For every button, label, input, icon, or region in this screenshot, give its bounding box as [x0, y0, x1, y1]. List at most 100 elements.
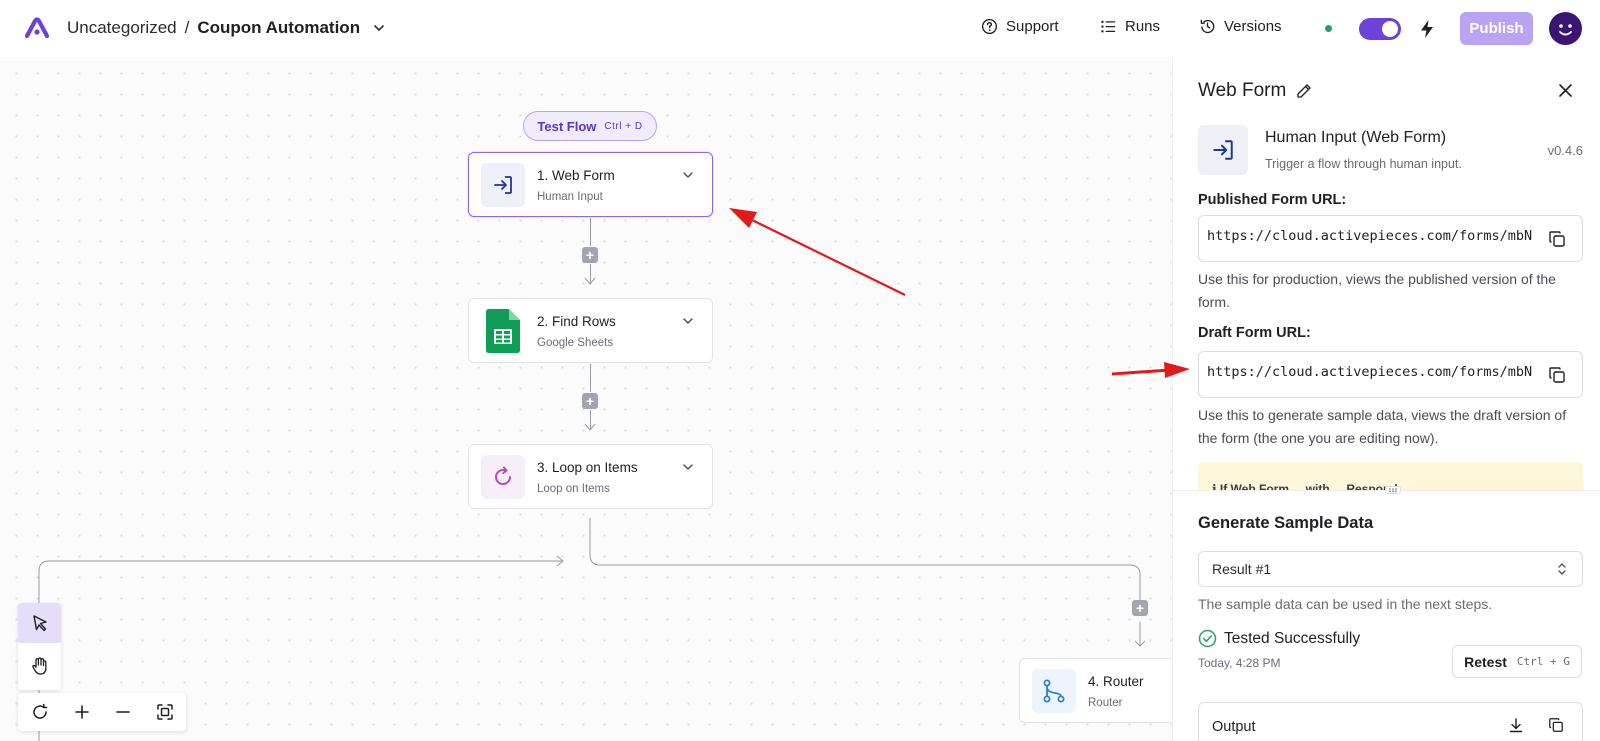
- add-step-button[interactable]: +: [582, 247, 598, 263]
- breadcrumb-separator: /: [184, 18, 190, 37]
- chevron-down-icon[interactable]: [372, 21, 386, 35]
- lightning-bolt-icon[interactable]: [1418, 19, 1436, 39]
- add-step-button[interactable]: +: [582, 393, 598, 409]
- connection-status-dot: [1325, 25, 1332, 32]
- hand-icon: [31, 657, 46, 675]
- copy-icon[interactable]: [1548, 366, 1566, 384]
- canvas-mode-toolbar: [18, 603, 61, 690]
- step-subtitle: Loop on Items: [537, 483, 610, 495]
- copy-icon[interactable]: [1548, 230, 1566, 248]
- support-button[interactable]: Support: [981, 18, 1059, 35]
- connector-line: [590, 410, 591, 430]
- test-status: Tested Successfully: [1198, 629, 1360, 648]
- loop-icon: [495, 466, 512, 486]
- versions-label: Versions: [1224, 18, 1282, 35]
- breadcrumb: Uncategorized / Coupon Automation: [67, 18, 360, 38]
- draft-url-field: [1198, 351, 1583, 398]
- draft-url-help: Use this to generate sample data, views …: [1198, 407, 1567, 446]
- pencil-icon[interactable]: [1296, 83, 1312, 99]
- sample-data-title: Generate Sample Data: [1198, 514, 1374, 532]
- select-mode-button[interactable]: [18, 603, 61, 643]
- chevron-down-icon[interactable]: [682, 169, 694, 181]
- piece-icon-container: [1198, 125, 1248, 175]
- published-url-input[interactable]: [1207, 228, 1532, 244]
- copy-icon[interactable]: [1548, 717, 1564, 733]
- canvas-zoom-toolbar: [18, 693, 186, 731]
- fit-view-icon[interactable]: [156, 703, 174, 721]
- step-icon-container: [481, 163, 525, 207]
- help-circle-icon: [981, 18, 998, 35]
- step-loop-on-items[interactable]: 3. Loop on Items Loop on Items: [468, 444, 713, 509]
- published-url-field: [1198, 215, 1583, 262]
- step-web-form[interactable]: 1. Web Form Human Input: [468, 152, 713, 217]
- sign-in-icon: [494, 176, 512, 194]
- avatar[interactable]: [1549, 12, 1582, 45]
- step-icon-container: [481, 309, 525, 353]
- step-subtitle: Router: [1088, 697, 1123, 709]
- chevron-up-down-icon: [1558, 563, 1566, 575]
- sample-result-value: Result #1: [1212, 561, 1272, 577]
- top-bar: Uncategorized / Coupon Automation Suppor…: [0, 0, 1600, 57]
- sign-in-icon: [1213, 140, 1233, 160]
- avatar-face-icon: [1559, 24, 1572, 36]
- flow-name[interactable]: Coupon Automation: [197, 18, 360, 38]
- test-flow-shortcut: Ctrl + D: [604, 120, 643, 132]
- zoom-in-icon[interactable]: [74, 704, 90, 720]
- step-title: 2. Find Rows: [537, 314, 616, 329]
- panel-title[interactable]: Web Form: [1198, 80, 1286, 102]
- flow-enabled-toggle[interactable]: [1359, 18, 1401, 40]
- chevron-down-icon[interactable]: [682, 461, 694, 473]
- connector-line: [590, 218, 591, 246]
- test-flow-label: Test Flow: [537, 118, 597, 134]
- breadcrumb-folder[interactable]: Uncategorized: [67, 18, 177, 38]
- step-subtitle: Human Input: [537, 191, 603, 203]
- step-title: 1. Web Form: [537, 168, 615, 183]
- versions-button[interactable]: Versions: [1199, 18, 1282, 35]
- piece-version: v0.4.6: [1547, 143, 1583, 158]
- connector-line: [590, 364, 591, 392]
- step-settings-panel: Web Form Human Input (Web Form) Trigger …: [1172, 57, 1600, 741]
- piece-description: Trigger a flow through human input.: [1265, 157, 1462, 171]
- draft-url-input[interactable]: [1207, 364, 1532, 380]
- step-router[interactable]: 4. Router Router: [1019, 658, 1179, 723]
- panel-split-handle[interactable]: [1385, 486, 1401, 494]
- piece-name: Human Input (Web Form): [1265, 129, 1447, 146]
- step-find-rows[interactable]: 2. Find Rows Google Sheets: [468, 298, 713, 363]
- draft-url-label: Draft Form URL:: [1198, 325, 1311, 341]
- runs-label: Runs: [1125, 18, 1161, 35]
- retest-button[interactable]: Retest Ctrl + G: [1452, 645, 1582, 678]
- retest-label: Retest: [1464, 653, 1507, 670]
- refresh-icon[interactable]: [31, 703, 49, 721]
- output-section[interactable]: Output: [1198, 702, 1583, 741]
- router-branch-icon: [1043, 679, 1065, 703]
- publish-button[interactable]: Publish: [1460, 12, 1533, 45]
- sample-data-help: The sample data can be used in the next …: [1198, 596, 1493, 612]
- pan-mode-button[interactable]: [18, 646, 61, 686]
- connector-line: [590, 264, 591, 284]
- close-icon[interactable]: [1558, 83, 1573, 98]
- test-flow-button[interactable]: Test Flow Ctrl + D: [523, 111, 657, 141]
- step-title: 3. Loop on Items: [537, 460, 638, 475]
- add-step-button[interactable]: +: [1132, 600, 1148, 616]
- retest-shortcut: Ctrl + G: [1516, 655, 1570, 668]
- chevron-down-icon[interactable]: [682, 315, 694, 327]
- check-circle-icon: [1198, 629, 1217, 648]
- runs-button[interactable]: Runs: [1100, 18, 1160, 35]
- step-icon-container: [1032, 669, 1076, 713]
- list-icon: [1101, 20, 1116, 33]
- download-icon[interactable]: [1508, 717, 1524, 733]
- sample-result-select[interactable]: Result #1: [1198, 551, 1583, 587]
- step-title: 4. Router: [1088, 674, 1144, 689]
- history-icon: [1200, 19, 1215, 34]
- activepieces-logo-icon[interactable]: [24, 17, 50, 39]
- pointer-icon: [32, 615, 47, 632]
- output-label: Output: [1212, 719, 1256, 735]
- test-status-label: Tested Successfully: [1224, 629, 1361, 647]
- support-label: Support: [1006, 18, 1059, 35]
- step-icon-container: [481, 455, 525, 499]
- step-subtitle: Google Sheets: [537, 337, 614, 349]
- zoom-out-icon[interactable]: [115, 704, 131, 720]
- published-url-label: Published Form URL:: [1198, 192, 1347, 208]
- test-timestamp: Today, 4:28 PM: [1198, 656, 1281, 670]
- info-notice-text: ℹ If Web Form ... with ... Respond: [1212, 482, 1398, 490]
